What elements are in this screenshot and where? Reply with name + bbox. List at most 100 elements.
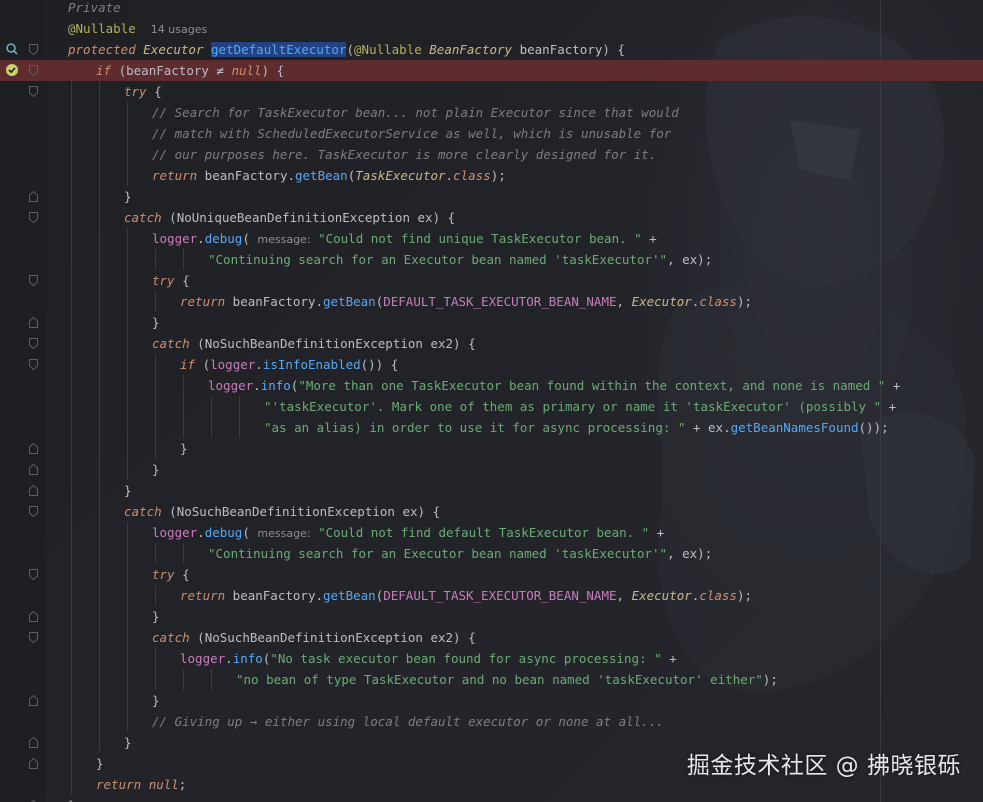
fold-toggle-icon[interactable] (29, 464, 38, 475)
gutter-line[interactable] (0, 438, 46, 459)
fold-toggle-icon[interactable] (29, 611, 38, 622)
gutter-line[interactable] (0, 39, 46, 60)
usages-hint[interactable]: 14 usages (151, 23, 207, 36)
code-line[interactable]: logger.info("No task executor bean found… (46, 648, 983, 669)
code-line[interactable]: try { (46, 270, 983, 291)
fold-toggle-icon[interactable] (29, 44, 38, 55)
gutter-line[interactable] (0, 522, 46, 543)
gutter-line[interactable] (0, 753, 46, 774)
gutter-line[interactable] (0, 543, 46, 564)
code-line[interactable]: return beanFactory.getBean(DEFAULT_TASK_… (46, 291, 983, 312)
gutter-line[interactable] (0, 606, 46, 627)
fold-toggle-icon[interactable] (29, 65, 38, 76)
gutter-line[interactable] (0, 270, 46, 291)
fold-toggle-icon[interactable] (29, 86, 38, 97)
code-line[interactable]: logger.debug( message: "Could not find d… (46, 522, 983, 543)
gutter-line[interactable] (0, 60, 46, 81)
gutter-line[interactable] (0, 291, 46, 312)
code-line[interactable]: } (46, 459, 983, 480)
gutter-line[interactable] (0, 648, 46, 669)
code-line[interactable]: } (46, 795, 983, 802)
code-line[interactable]: logger.info("More than one TaskExecutor … (46, 375, 983, 396)
gutter-line[interactable] (0, 732, 46, 753)
gutter-line[interactable] (0, 312, 46, 333)
gutter-line[interactable] (0, 417, 46, 438)
gutter-line[interactable] (0, 585, 46, 606)
code-line[interactable]: // match with ScheduledExecutorService a… (46, 123, 983, 144)
gutter-line[interactable] (0, 564, 46, 585)
code-line[interactable]: return beanFactory.getBean(TaskExecutor.… (46, 165, 983, 186)
gutter-line[interactable] (0, 81, 46, 102)
gutter-line[interactable] (0, 123, 46, 144)
code-line[interactable]: } (46, 480, 983, 501)
gutter-line[interactable] (0, 627, 46, 648)
code-line[interactable]: catch (NoSuchBeanDefinitionException ex2… (46, 333, 983, 354)
gutter-line[interactable] (0, 501, 46, 522)
override-method-icon[interactable] (5, 42, 19, 56)
code-line-breakpoint[interactable]: if (beanFactory ≠ null) { (46, 60, 983, 81)
code-line[interactable]: try { (46, 81, 983, 102)
code-line[interactable]: try { (46, 564, 983, 585)
gutter-line[interactable] (0, 228, 46, 249)
code-area[interactable]: Private @Nullable 14 usages protected Exec… (46, 0, 983, 802)
fold-toggle-icon[interactable] (29, 632, 38, 643)
code-line[interactable]: logger.debug( message: "Could not find u… (46, 228, 983, 249)
code-line[interactable]: } (46, 438, 983, 459)
fold-toggle-icon[interactable] (29, 317, 38, 328)
code-line[interactable]: "'taskExecutor'. Mark one of them as pri… (46, 396, 983, 417)
gutter-line[interactable] (0, 459, 46, 480)
code-line[interactable]: protected Executor getDefaultExecutor(@N… (46, 39, 983, 60)
gutter-line[interactable] (0, 354, 46, 375)
fold-toggle-icon[interactable] (29, 758, 38, 769)
gutter-line[interactable] (0, 375, 46, 396)
gutter-line[interactable] (0, 207, 46, 228)
code-editor[interactable]: Private @Nullable 14 usages protected Exec… (0, 0, 983, 802)
fold-toggle-icon[interactable] (29, 443, 38, 454)
code-line[interactable]: "as an alias) in order to use it for asy… (46, 417, 983, 438)
fold-toggle-icon[interactable] (29, 695, 38, 706)
code-line[interactable]: catch (NoSuchBeanDefinitionException ex)… (46, 501, 983, 522)
code-line[interactable]: // Search for TaskExecutor bean... not p… (46, 102, 983, 123)
gutter-line[interactable] (0, 774, 46, 795)
gutter-line[interactable] (0, 795, 46, 802)
gutter-line[interactable] (0, 249, 46, 270)
fold-toggle-icon[interactable] (29, 569, 38, 580)
gutter-line[interactable] (0, 669, 46, 690)
code-line[interactable]: // our purposes here. TaskExecutor is mo… (46, 144, 983, 165)
fold-toggle-icon[interactable] (29, 506, 38, 517)
code-line[interactable]: catch (NoSuchBeanDefinitionException ex2… (46, 627, 983, 648)
gutter-line[interactable] (0, 690, 46, 711)
gutter-line[interactable] (0, 102, 46, 123)
gutter-line[interactable] (0, 480, 46, 501)
code-line[interactable]: } (46, 606, 983, 627)
code-line[interactable]: catch (NoUniqueBeanDefinitionException e… (46, 207, 983, 228)
code-line[interactable]: "Continuing search for an Executor bean … (46, 543, 983, 564)
gutter-line[interactable] (0, 0, 46, 18)
gutter-line[interactable] (0, 333, 46, 354)
fold-toggle-icon[interactable] (29, 212, 38, 223)
code-line[interactable]: } (46, 186, 983, 207)
breakpoint-check-icon[interactable] (5, 63, 19, 77)
fold-toggle-icon[interactable] (29, 485, 38, 496)
gutter-line[interactable] (0, 396, 46, 417)
code-line[interactable]: Private (46, 0, 983, 18)
gutter-line[interactable] (0, 18, 46, 39)
code-line[interactable]: if (logger.isInfoEnabled()) { (46, 354, 983, 375)
gutter-line[interactable] (0, 711, 46, 732)
code-line[interactable]: return beanFactory.getBean(DEFAULT_TASK_… (46, 585, 983, 606)
code-line[interactable]: } (46, 312, 983, 333)
gutter-line[interactable] (0, 165, 46, 186)
editor-gutter[interactable] (0, 0, 46, 802)
fold-toggle-icon[interactable] (29, 338, 38, 349)
code-line[interactable]: "Continuing search for an Executor bean … (46, 249, 983, 270)
gutter-line[interactable] (0, 144, 46, 165)
gutter-line[interactable] (0, 186, 46, 207)
fold-toggle-icon[interactable] (29, 359, 38, 370)
fold-toggle-icon[interactable] (29, 191, 38, 202)
fold-toggle-icon[interactable] (29, 737, 38, 748)
fold-toggle-icon[interactable] (29, 275, 38, 286)
code-line[interactable]: // Giving up → either using local defaul… (46, 711, 983, 732)
code-line[interactable]: } (46, 690, 983, 711)
code-line[interactable]: @Nullable 14 usages (46, 18, 983, 39)
code-line[interactable]: "no bean of type TaskExecutor and no bea… (46, 669, 983, 690)
